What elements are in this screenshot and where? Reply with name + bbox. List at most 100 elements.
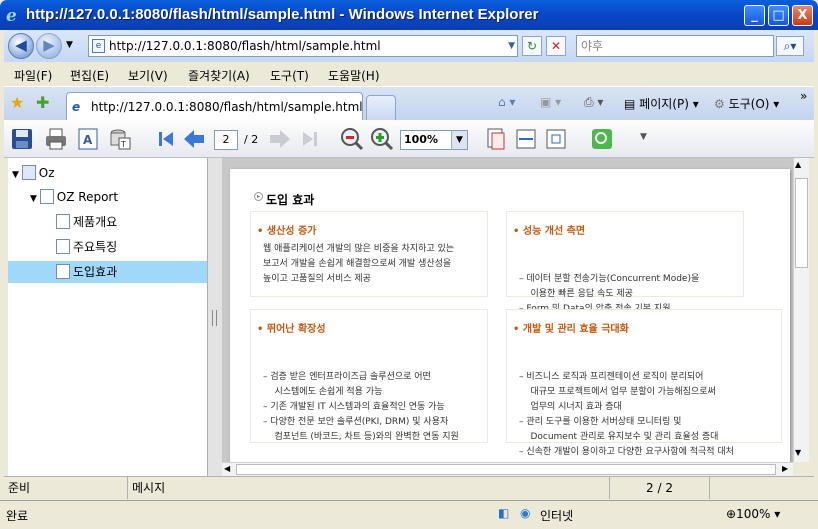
previous-page-icon[interactable] [182, 127, 206, 151]
tab-label: http://127.0.0.1:8080/flash/html/sample.… [91, 100, 363, 114]
grip-icon [212, 310, 217, 326]
box-heading: • 생산성 증가 [257, 226, 317, 237]
forward-button[interactable]: ▶ [36, 33, 62, 59]
zoom-level[interactable]: ⊕100% ▾ [726, 507, 780, 521]
status-message: 메시지 [128, 477, 610, 499]
box-productivity: • 생산성 증가 웹 애플리케이션 개발의 많은 비중을 차지하고 있는 보고서 … [250, 211, 488, 297]
menu-help[interactable]: 도움말(H) [328, 67, 380, 84]
tree-report-label: OZ Report [56, 190, 119, 204]
stop-icon[interactable]: ✕ [546, 36, 566, 56]
chevron-more-icon[interactable]: » [800, 89, 807, 103]
search-icon[interactable]: ⌕▾ [776, 36, 804, 56]
box-body: – 비즈니스 로직과 프리젠테이션 로직이 분리되어 대규모 프로젝트에서 업무… [519, 372, 734, 457]
find-icon[interactable] [590, 127, 614, 151]
add-favorites-icon[interactable]: ✚ [36, 93, 49, 112]
scroll-up-icon[interactable]: ▲ [795, 160, 801, 169]
document-viewer: ▸ 도입 효과 • 생산성 증가 웹 애플리케이션 개발의 많은 비중을 차지하… [222, 158, 793, 462]
tree-node-report[interactable]: ▼ OZ Report [30, 186, 118, 208]
viewer-status-bar: 준비 메시지 2 / 2 [4, 476, 814, 499]
minimize-button[interactable]: _ [744, 5, 765, 26]
first-page-icon[interactable] [154, 127, 178, 151]
viewer-toolbar: A T 2 / 2 100% ▼ ▼ [4, 120, 814, 158]
export-data-icon[interactable]: T [108, 127, 132, 151]
box-body: – 검증 받은 엔터프라이즈급 솔루션으로 어떤 시스템에도 손쉽게 적용 가능… [263, 372, 459, 442]
next-page-icon[interactable] [268, 127, 292, 151]
export-text-icon[interactable]: A [76, 127, 100, 151]
save-icon[interactable] [10, 127, 34, 151]
page-icon [56, 264, 70, 279]
menu-view[interactable]: 보기(V) [128, 67, 168, 84]
zoom-in-icon[interactable] [370, 127, 394, 151]
close-button[interactable]: X [792, 5, 813, 26]
address-input[interactable]: e http://127.0.0.1:8080/flash/html/sampl… [88, 35, 518, 57]
home-icon[interactable]: ⌂ ▾ [498, 95, 515, 109]
back-button[interactable]: ◀ [8, 33, 34, 59]
box-extensibility: • 뛰어난 확장성 – 검증 받은 엔터프라이즈급 솔루션으로 어떤 시스템에도… [250, 309, 488, 443]
report-page: ▸ 도입 효과 • 생산성 증가 웹 애플리케이션 개발의 많은 비중을 차지하… [230, 169, 790, 462]
vertical-scroll-thumb[interactable] [795, 178, 808, 268]
window-title: http://127.0.0.1:8080/flash/html/sample.… [26, 6, 539, 23]
box-heading: • 성능 개선 측면 [513, 226, 586, 237]
zoom-out-icon[interactable] [340, 127, 364, 151]
print-icon[interactable] [44, 127, 68, 151]
tools-menu[interactable]: ⚙ 도구(O) ▾ [714, 95, 779, 112]
favorites-star-icon[interactable]: ★ [10, 93, 24, 112]
tab-bar: ★ ✚ e http://127.0.0.1:8080/flash/html/s… [4, 86, 814, 121]
tree-item-overview[interactable]: 제품개요 [56, 211, 117, 233]
fit-width-icon[interactable] [514, 127, 538, 151]
page-setup-icon[interactable] [484, 127, 508, 151]
fit-page-icon[interactable] [544, 127, 568, 151]
tree-item-adoption[interactable]: 도입효과 [8, 261, 207, 283]
zone-label: 인터넷 [540, 509, 574, 523]
scroll-left-icon[interactable]: ◀ [224, 464, 230, 473]
zoom-select[interactable]: 100% ▼ [400, 130, 468, 150]
menu-favorites[interactable]: 즐겨찾기(A) [188, 67, 250, 84]
address-dropdown-icon[interactable]: ▼ [508, 36, 515, 56]
print-icon[interactable]: ⎙ ▾ [584, 95, 603, 110]
menu-edit[interactable]: 편집(E) [70, 67, 109, 84]
vertical-scrollbar[interactable]: ▲ ▼ [793, 158, 809, 462]
scroll-right-icon[interactable]: ▶ [782, 464, 788, 473]
box-body: 웹 애플리케이션 개발의 많은 비중을 차지하고 있는 보고서 개발을 손쉽게 해… [263, 244, 455, 284]
tree-item-label: 제품개요 [73, 215, 118, 229]
page-icon: e [92, 39, 105, 53]
new-tab-button[interactable] [366, 95, 396, 121]
box-heading: • 뛰어난 확장성 [257, 324, 326, 335]
menu-bar: 파일(F) 편집(E) 보기(V) 즐겨찾기(A) 도구(T) 도움말(H) [4, 62, 814, 86]
page-icon [56, 239, 70, 254]
page-menu-icon: ▤ [624, 97, 640, 111]
panel-splitter[interactable] [208, 158, 222, 476]
feeds-icon[interactable]: ▣ ▾ [540, 95, 561, 109]
toolbar-more-icon[interactable]: ▼ [640, 132, 647, 142]
zoom-value: 100% [404, 133, 438, 146]
page-number-input[interactable]: 2 [214, 130, 238, 150]
history-dropdown-icon[interactable]: ▼ [66, 40, 73, 50]
menu-tools[interactable]: 도구(T) [270, 67, 309, 84]
page-total: / 2 [244, 133, 259, 146]
zoom-level-label: 100% [736, 507, 771, 521]
tree-item-label: 도입효과 [73, 265, 118, 279]
menu-file[interactable]: 파일(F) [14, 67, 52, 84]
folder-icon [21, 165, 36, 180]
globe-icon: ◉ [520, 506, 531, 520]
page-menu[interactable]: ▤ 페이지(P) ▾ [624, 95, 699, 112]
horizontal-scroll-thumb[interactable] [236, 464, 776, 475]
page-menu-label: 페이지(P) [639, 97, 689, 111]
last-page-icon[interactable] [298, 127, 322, 151]
protected-mode-icon: ◧ [498, 506, 510, 520]
search-input[interactable]: 야후 [576, 35, 774, 57]
expand-icon: ▼ [12, 170, 22, 180]
scroll-down-icon[interactable]: ▼ [795, 448, 801, 457]
tree-item-features[interactable]: 주요특징 [56, 236, 117, 258]
address-toolbar: ◀ ▶ ▼ e http://127.0.0.1:8080/flash/html… [4, 30, 814, 62]
tab-current[interactable]: e http://127.0.0.1:8080/flash/html/sampl… [66, 92, 363, 121]
title-bar: e http://127.0.0.1:8080/flash/html/sampl… [0, 0, 818, 30]
horizontal-scrollbar[interactable]: ◀ ▶ [222, 462, 793, 476]
maximize-button[interactable]: □ [768, 5, 789, 26]
refresh-icon[interactable]: ↻ [522, 36, 542, 56]
report-tree: ▼ Oz ▼ OZ Report 제품개요 주요특징 도입효과 [8, 158, 208, 476]
tools-menu-label: 도구(O) [728, 97, 770, 111]
browser-status-bar: 완료 ◧ ◉ 인터넷 ⊕100% ▾ [0, 500, 818, 529]
ie-logo-icon: e [6, 6, 17, 26]
tree-node-root[interactable]: ▼ Oz [12, 162, 55, 184]
